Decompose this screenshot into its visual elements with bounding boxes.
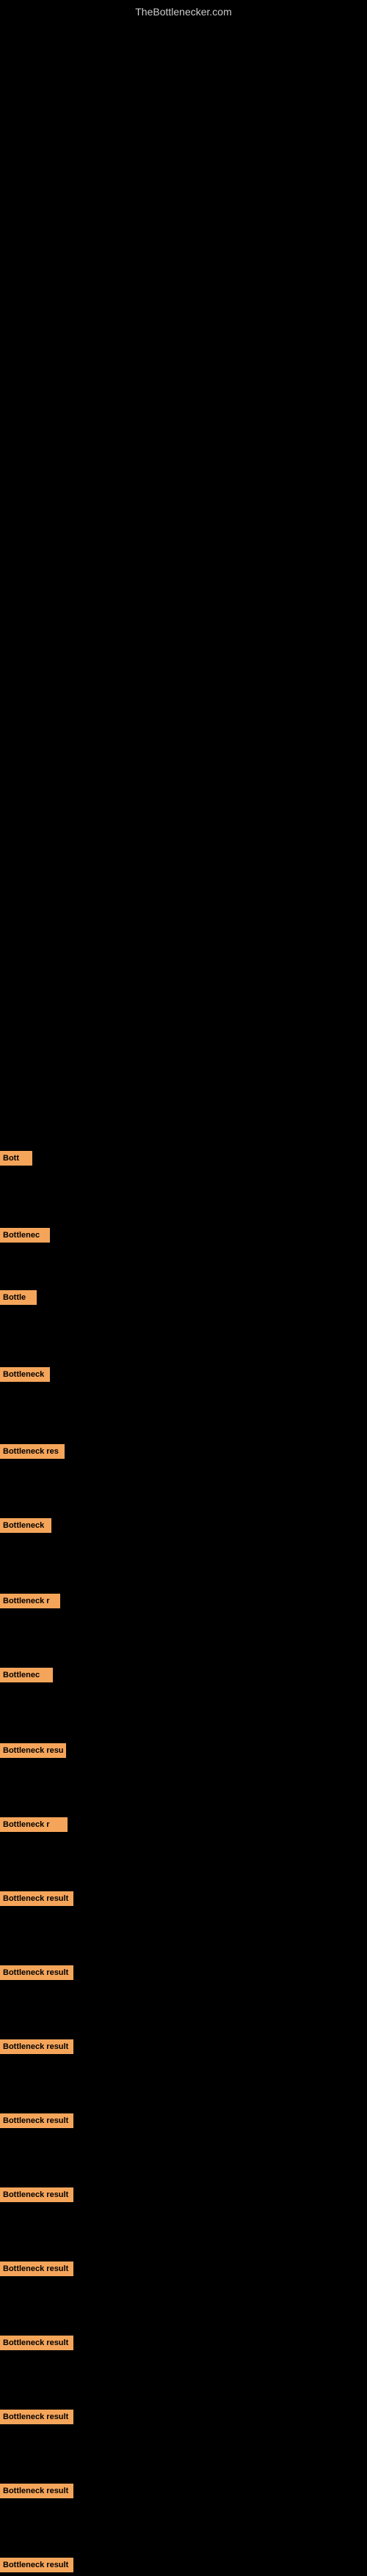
bottleneck-item-10: Bottleneck r [0, 1817, 367, 1836]
bottleneck-item-17: Bottleneck result [0, 2336, 367, 2354]
bottleneck-label-9: Bottleneck resu [0, 1743, 66, 1758]
bottleneck-item-11: Bottleneck result [0, 1891, 367, 1910]
bottleneck-item-14: Bottleneck result [0, 2113, 367, 2132]
bottleneck-item-3: Bottle [0, 1290, 367, 1309]
bottleneck-item-13: Bottleneck result [0, 2039, 367, 2058]
bottleneck-item-9: Bottleneck resu [0, 1743, 367, 1762]
bottleneck-label-17: Bottleneck result [0, 2336, 73, 2350]
bottleneck-item-12: Bottleneck result [0, 1965, 367, 1984]
bottleneck-label-3: Bottle [0, 1290, 37, 1305]
bottleneck-item-5: Bottleneck res [0, 1444, 367, 1462]
site-title-container: TheBottlenecker.com [0, 0, 367, 21]
bottleneck-label-1: Bott [0, 1151, 32, 1166]
bottleneck-label-20: Bottleneck result [0, 2558, 73, 2572]
bottleneck-label-8: Bottlenec [0, 1668, 53, 1682]
bottleneck-label-15: Bottleneck result [0, 2187, 73, 2202]
bottleneck-item-18: Bottleneck result [0, 2410, 367, 2428]
bottleneck-label-6: Bottleneck [0, 1518, 51, 1533]
bottleneck-item-8: Bottlenec [0, 1668, 367, 1686]
bottleneck-item-4: Bottleneck [0, 1367, 367, 1385]
bottleneck-item-7: Bottleneck r [0, 1594, 367, 1612]
bottleneck-item-6: Bottleneck [0, 1518, 367, 1537]
bottleneck-label-2: Bottlenec [0, 1228, 50, 1243]
bottleneck-item-15: Bottleneck result [0, 2187, 367, 2206]
bottleneck-label-19: Bottleneck result [0, 2484, 73, 2498]
bottleneck-item-19: Bottleneck result [0, 2484, 367, 2502]
site-title: TheBottlenecker.com [0, 0, 367, 21]
bottleneck-label-7: Bottleneck r [0, 1594, 60, 1608]
bottleneck-label-18: Bottleneck result [0, 2410, 73, 2424]
bottleneck-item-16: Bottleneck result [0, 2262, 367, 2280]
bottleneck-labels-container: Bott Bottlenec Bottle Bottleneck Bottleneck … [0, 1100, 367, 2576]
bottleneck-label-16: Bottleneck result [0, 2262, 73, 2276]
bottleneck-label-11: Bottleneck result [0, 1891, 73, 1906]
bottleneck-label-4: Bottleneck [0, 1367, 50, 1382]
bottleneck-label-10: Bottleneck r [0, 1817, 68, 1832]
bottleneck-item-2: Bottlenec [0, 1228, 367, 1246]
bottleneck-label-14: Bottleneck result [0, 2113, 73, 2128]
bottleneck-item-1: Bott [0, 1151, 367, 1169]
bottleneck-item-20: Bottleneck result [0, 2558, 367, 2576]
chart-area [0, 21, 367, 1105]
bottleneck-label-13: Bottleneck result [0, 2039, 73, 2054]
bottleneck-label-5: Bottleneck res [0, 1444, 65, 1459]
bottleneck-label-12: Bottleneck result [0, 1965, 73, 1980]
